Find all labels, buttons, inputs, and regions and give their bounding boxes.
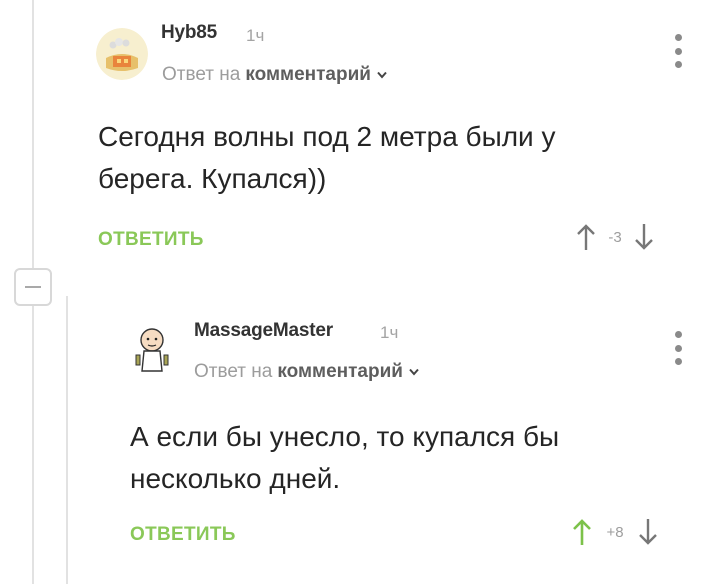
reply-to-prefix: Ответ на [162,64,241,85]
comment-body: А если бы унесло, то купался бы нескольк… [130,416,690,500]
reply-to-link[interactable]: Ответ на комментарий [194,361,420,383]
arrow-up-icon[interactable] [576,223,596,251]
comment-body: Сегодня волны под 2 метра были у берега.… [98,116,658,200]
vote-score: -3 [608,228,622,246]
comment-text-line: Сегодня волны под 2 метра были у [98,121,556,152]
arrow-up-icon[interactable] [572,518,592,546]
comment-time: 1ч [380,323,399,342]
reply-button[interactable]: ОТВЕТИТЬ [98,229,204,251]
vote-widget: -3 [576,223,654,251]
kebab-icon[interactable] [673,34,683,68]
comment-time: 1ч [246,26,265,45]
thread-line-outer-lower [32,306,34,584]
comment-text-line: берега. Купался)) [98,163,327,194]
user-avatar[interactable] [128,325,180,377]
comment-author[interactable]: Hyb85 [161,22,217,44]
vote-widget: +8 [572,518,658,546]
arrow-down-icon[interactable] [634,223,654,251]
comment-massagemaster: MassageMaster 1ч Ответ на комментарий А … [0,0,720,584]
chevron-down-icon[interactable] [408,366,420,378]
reply-to-target[interactable]: комментарий [245,64,371,86]
arrow-down-icon[interactable] [638,518,658,546]
user-avatar[interactable] [96,28,148,80]
reply-button[interactable]: ОТВЕТИТЬ [130,524,236,546]
thread-line-outer [32,0,34,268]
reply-to-prefix: Ответ на [194,361,273,382]
kebab-icon[interactable] [673,331,683,365]
thread-line-nested [66,296,68,584]
comment-text-line: несколько дней. [130,463,341,494]
chevron-down-icon[interactable] [376,69,388,81]
reply-to-target[interactable]: комментарий [277,361,403,383]
comment-text-line: А если бы унесло, то купался бы [130,421,560,452]
reply-to-link[interactable]: Ответ на комментарий [162,64,388,86]
collapse-thread-button[interactable] [14,268,52,306]
comment-author[interactable]: MassageMaster [194,320,333,342]
vote-score: +8 [606,523,624,541]
